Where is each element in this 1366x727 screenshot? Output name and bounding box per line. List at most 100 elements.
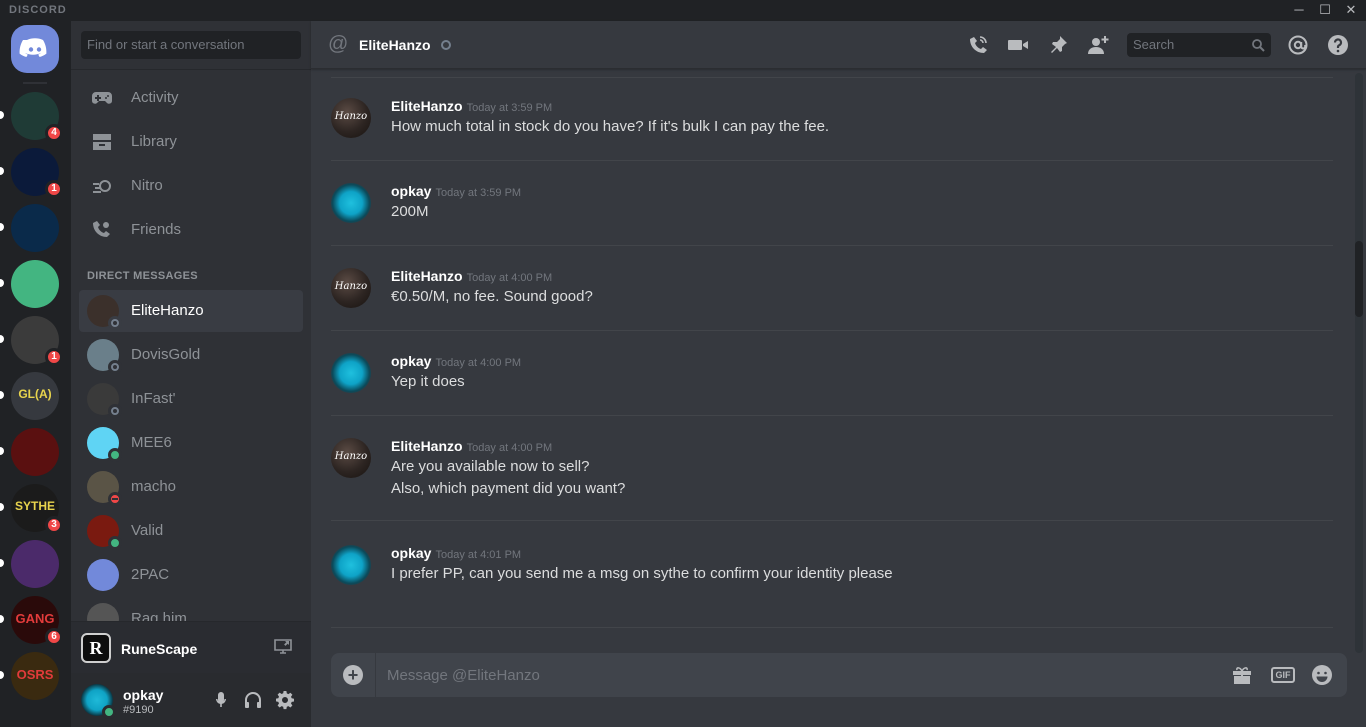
unread-pill xyxy=(0,335,4,343)
message-timestamp: Today at 4:00 PM xyxy=(435,357,522,369)
nav-activity[interactable]: Activity xyxy=(79,77,303,119)
server-icon-guild-oprs[interactable]: 1 xyxy=(0,148,63,198)
screen-share-icon[interactable] xyxy=(274,638,292,654)
server-icon-home[interactable] xyxy=(11,25,59,73)
dm-item-dovisgold[interactable]: DovisGold xyxy=(79,334,303,376)
unread-pill xyxy=(0,503,4,511)
dm-name: EliteHanzo xyxy=(131,302,204,319)
unread-pill xyxy=(0,167,4,175)
message-list: Hanzo EliteHanzo Today at 3:59 PM How much … xyxy=(311,70,1353,655)
message-avatar[interactable] xyxy=(331,545,371,585)
server-icon-guild-3[interactable] xyxy=(0,204,59,252)
close-button[interactable]: ✕ xyxy=(1338,0,1364,21)
message-avatar[interactable]: Hanzo xyxy=(331,438,371,478)
username: opkay xyxy=(123,687,164,703)
dm-item-elitehanzo[interactable]: EliteHanzo xyxy=(79,290,303,332)
headphones-icon[interactable] xyxy=(243,690,263,710)
message-author[interactable]: opkay xyxy=(391,183,431,199)
attach-plus-button[interactable]: + xyxy=(343,665,363,685)
unread-pill xyxy=(0,391,4,399)
settings-gear-icon[interactable] xyxy=(275,690,295,710)
nav-nitro[interactable]: Nitro xyxy=(79,165,303,207)
message-avatar[interactable]: Hanzo xyxy=(331,98,371,138)
user-tag: #9190 xyxy=(123,704,154,716)
emoji-icon[interactable] xyxy=(1311,664,1333,686)
find-conversation-input[interactable]: Find or start a conversation xyxy=(81,31,301,59)
dm-name: macho xyxy=(131,478,177,495)
message-author[interactable]: EliteHanzo xyxy=(391,438,463,454)
video-call-icon[interactable] xyxy=(1007,34,1029,56)
message-avatar[interactable] xyxy=(331,353,371,393)
dm-item-2pac[interactable]: 2PAC xyxy=(79,554,303,596)
message-author[interactable]: EliteHanzo xyxy=(391,98,463,114)
message-timestamp: Today at 3:59 PM xyxy=(466,102,553,114)
activity-status-bar: R RuneScape xyxy=(71,621,311,673)
message-author[interactable]: EliteHanzo xyxy=(391,268,463,284)
message-timestamp: Today at 4:01 PM xyxy=(435,549,522,561)
message-group-divider xyxy=(331,520,1333,521)
mention-badge: 3 xyxy=(45,516,63,534)
message-author[interactable]: opkay xyxy=(391,545,431,561)
search-placeholder: Search xyxy=(1133,37,1175,52)
server-initials: SYTHE xyxy=(14,499,55,513)
message-composer: + GIF xyxy=(331,653,1347,697)
message-text: Also, which payment did you want? xyxy=(391,480,626,497)
server-icon-guild-sythe[interactable]: SYTHE 3 xyxy=(0,484,63,534)
unread-pill xyxy=(0,447,4,455)
nav-label: Library xyxy=(131,133,177,150)
message-input[interactable] xyxy=(387,653,1167,697)
server-icon-guild-bot[interactable] xyxy=(0,260,59,308)
message-group-divider xyxy=(331,330,1333,331)
composer-divider xyxy=(375,653,376,697)
message-avatar[interactable]: Hanzo xyxy=(331,268,371,308)
message-group-divider xyxy=(331,415,1333,416)
add-friend-icon[interactable] xyxy=(1087,34,1109,56)
search-input[interactable]: Search xyxy=(1127,33,1271,57)
mentions-icon[interactable] xyxy=(1287,34,1309,56)
nav-library[interactable]: Library xyxy=(79,121,303,163)
chat-header: @ EliteHanzo Search xyxy=(311,21,1366,69)
message-header: EliteHanzo Today at 4:00 PM xyxy=(391,268,552,284)
message-author[interactable]: opkay xyxy=(391,353,431,369)
scrollbar-thumb[interactable] xyxy=(1355,241,1363,317)
unread-pill xyxy=(0,615,4,623)
dm-item-infast[interactable]: InFast' xyxy=(79,378,303,420)
search-icon xyxy=(1252,39,1265,52)
message: Hanzo EliteHanzo Today at 4:00 PM €0.50/M, … xyxy=(331,268,1333,318)
voice-call-icon[interactable] xyxy=(967,34,989,56)
maximize-button[interactable]: ☐ xyxy=(1312,0,1338,21)
dm-item-mee6[interactable]: MEE6 xyxy=(79,422,303,464)
nav-friends[interactable]: Friends xyxy=(79,209,303,251)
app-brand: DISCORD xyxy=(9,4,67,16)
message-scrollbar[interactable] xyxy=(1355,73,1363,653)
dm-item-macho[interactable]: macho xyxy=(79,466,303,508)
server-icon-guild-gla[interactable]: GL(A) xyxy=(0,372,59,420)
microphone-icon[interactable] xyxy=(211,690,231,710)
server-icon-guild-gang[interactable]: GANG 6 xyxy=(0,596,63,646)
message-text: €0.50/M, no fee. Sound good? xyxy=(391,288,593,305)
server-icon-guild-1[interactable]: 4 xyxy=(0,92,63,142)
server-initials: OSRS xyxy=(16,667,54,682)
minimize-button[interactable]: ─ xyxy=(1286,0,1312,21)
help-icon[interactable] xyxy=(1327,34,1349,56)
pin-icon[interactable] xyxy=(1047,34,1069,56)
status-indicator xyxy=(108,316,122,330)
server-icon-guild-phoenix[interactable] xyxy=(0,428,59,476)
message-header: EliteHanzo Today at 3:59 PM xyxy=(391,98,552,114)
gamepad-icon xyxy=(92,92,112,104)
dm-item-valid[interactable]: Valid xyxy=(79,510,303,552)
runescape-icon: R xyxy=(81,633,111,663)
friends-icon xyxy=(93,221,110,237)
gift-icon[interactable] xyxy=(1231,664,1253,686)
gif-button[interactable]: GIF xyxy=(1271,667,1295,683)
message-text: Yep it does xyxy=(391,373,465,390)
message-group-divider xyxy=(331,245,1333,246)
server-icon-guild-panda[interactable]: 1 xyxy=(0,316,63,366)
message-avatar[interactable] xyxy=(331,183,371,223)
unread-pill xyxy=(0,111,4,119)
user-status-indicator xyxy=(102,705,116,719)
avatar-text: Hanzo xyxy=(334,281,368,292)
title-bar: DISCORD ─ ☐ ✕ xyxy=(0,0,1366,21)
server-icon-guild-osrs[interactable]: OSRS xyxy=(0,652,59,700)
server-icon-guild-purple[interactable] xyxy=(0,540,59,588)
